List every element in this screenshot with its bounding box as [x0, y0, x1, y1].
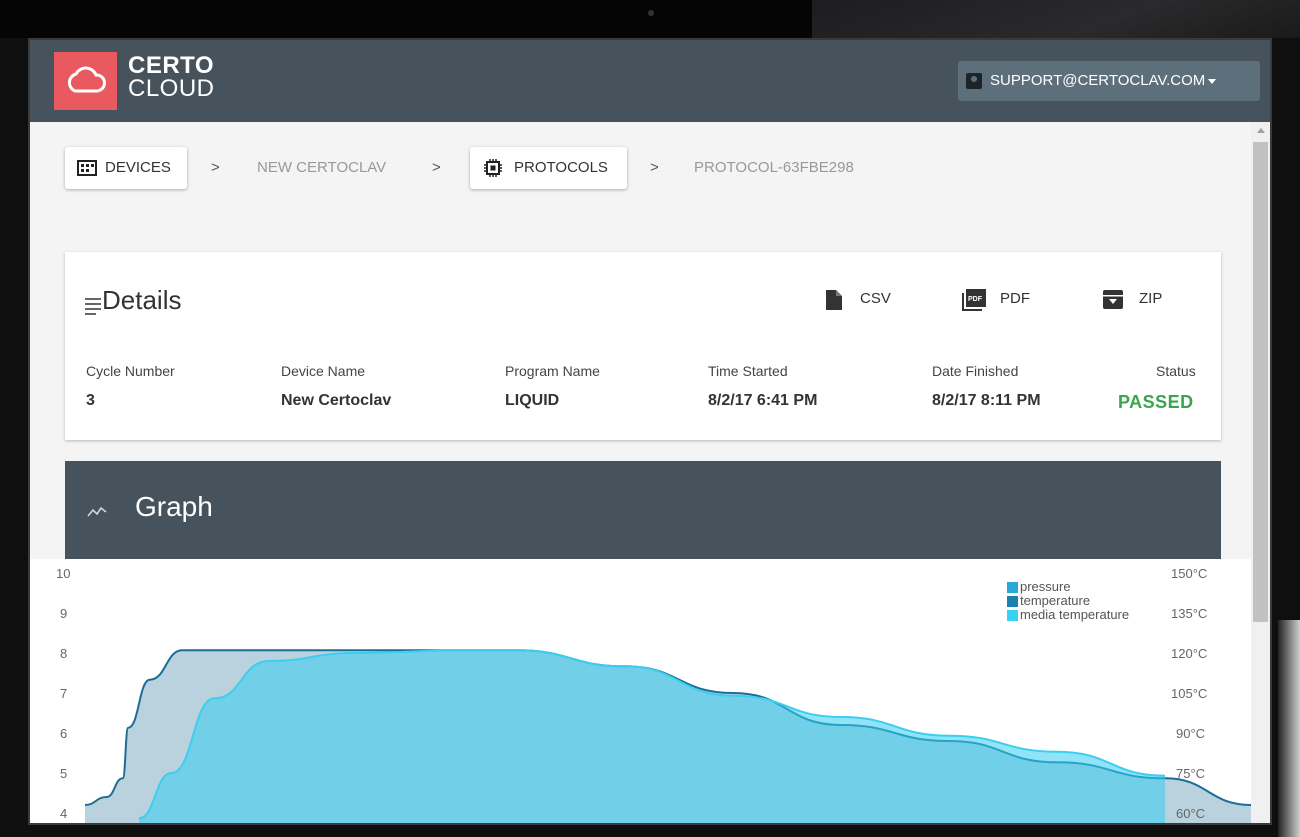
pdf-label: PDF: [1000, 290, 1030, 307]
file-icon: [826, 290, 842, 310]
camera-dot: [648, 10, 654, 16]
breadcrumb-protocols-button[interactable]: PROTOCOLS: [470, 147, 627, 189]
legend-item-media-temperature[interactable]: media temperature: [1007, 608, 1129, 622]
chart-legend: pressure temperature media temperature: [1007, 580, 1129, 622]
legend-label: media temperature: [1020, 607, 1130, 622]
program-name-value: LIQUID: [505, 392, 560, 409]
date-finished-label: Date Finished: [932, 363, 1019, 379]
right-tick: 150°C: [1171, 566, 1208, 581]
user-menu-button[interactable]: SUPPORT@CERTOCLAV.COM: [958, 61, 1260, 101]
breadcrumb-devices-label: DEVICES: [105, 159, 171, 176]
status-badge: PASSED: [1118, 392, 1194, 412]
device-name-label: Device Name: [281, 363, 366, 379]
time-started-value: 8/2/17 6:41 PM: [708, 392, 818, 409]
user-icon: [966, 73, 982, 89]
program-name-label: Program Name: [505, 363, 600, 379]
zip-label: ZIP: [1139, 290, 1163, 307]
breadcrumb-devices-button[interactable]: DEVICES: [65, 147, 187, 189]
device-bezel: [0, 0, 1300, 38]
details-title: Details: [102, 285, 182, 315]
right-tick: 75°C: [1176, 766, 1206, 781]
cycle-number-label: Cycle Number: [86, 363, 175, 379]
user-email: SUPPORT@CERTOCLAV.COM: [990, 72, 1206, 89]
pdf-icon: PDF: [962, 289, 986, 311]
left-tick: 6: [60, 726, 68, 741]
graph-title: Graph: [135, 491, 213, 522]
logo-line-2: CLOUD: [128, 75, 215, 102]
devices-icon: [77, 160, 97, 176]
left-tick: 4: [60, 806, 68, 821]
right-tick: 120°C: [1171, 646, 1208, 661]
line-chart-icon: [87, 506, 107, 517]
legend-label: temperature: [1020, 593, 1091, 608]
breadcrumb-device-link[interactable]: NEW CERTOCLAV: [257, 147, 386, 189]
right-tick: 105°C: [1171, 686, 1208, 701]
archive-icon: [1103, 290, 1123, 309]
graph-area: 10 9 8 7 6 5 4 150°C 135°C 120°C 105°C 9…: [30, 559, 1251, 823]
legend-swatch: [1007, 581, 1018, 593]
cloud-logo-icon[interactable]: [54, 52, 117, 110]
right-tick: 90°C: [1176, 726, 1206, 741]
time-started-label: Time Started: [708, 363, 788, 379]
logo-text[interactable]: CERTO CLOUD: [128, 52, 215, 102]
chevron-down-icon: [1208, 78, 1217, 84]
scroll-up-arrow-icon[interactable]: [1257, 128, 1265, 133]
legend-swatch: [1007, 609, 1018, 621]
app-screen: CERTO CLOUD SUPPORT@CERTOCLAV.COM DEVICE…: [28, 38, 1272, 825]
right-tick: 135°C: [1171, 606, 1208, 621]
cycle-number-value: 3: [86, 392, 95, 409]
device-name-value: New Certoclav: [281, 392, 392, 409]
bezel-reflection: [1278, 620, 1300, 837]
media-temperature-series-area: [139, 650, 1165, 823]
breadcrumb-protocols-label: PROTOCOLS: [514, 159, 608, 176]
status-label: Status: [1156, 363, 1196, 379]
graph-header: Graph: [65, 461, 1221, 559]
breadcrumb-separator: >: [211, 159, 220, 176]
left-tick: 9: [60, 606, 68, 621]
left-tick: 5: [60, 766, 68, 781]
svg-text:PDF: PDF: [968, 296, 983, 303]
legend-swatch: [1007, 595, 1018, 607]
right-tick: 60°C: [1176, 806, 1206, 821]
legend-item-pressure[interactable]: pressure: [1007, 580, 1129, 594]
breadcrumb-separator: >: [650, 159, 659, 176]
legend-item-temperature[interactable]: temperature: [1007, 594, 1129, 608]
details-card: [65, 252, 1221, 440]
breadcrumb-protocol-id: PROTOCOL-63FBE298: [694, 159, 854, 176]
left-tick: 7: [60, 686, 68, 701]
csv-label: CSV: [860, 290, 891, 307]
date-finished-value: 8/2/17 8:11 PM: [932, 392, 1041, 409]
left-tick: 10: [56, 566, 71, 581]
list-icon: [85, 298, 101, 318]
top-bar: CERTO CLOUD SUPPORT@CERTOCLAV.COM: [30, 40, 1270, 122]
breadcrumb-separator: >: [432, 159, 441, 176]
chip-icon: [484, 159, 502, 177]
logo-line-1: CERTO: [128, 52, 215, 79]
pdf-download-button[interactable]: PDF PDF: [962, 278, 1030, 320]
left-tick: 8: [60, 646, 68, 661]
legend-label: pressure: [1020, 579, 1071, 594]
scroll-thumb[interactable]: [1253, 142, 1268, 622]
zip-download-button[interactable]: ZIP: [1103, 278, 1162, 320]
csv-download-button[interactable]: CSV: [826, 278, 891, 320]
vertical-scrollbar[interactable]: [1251, 122, 1270, 823]
